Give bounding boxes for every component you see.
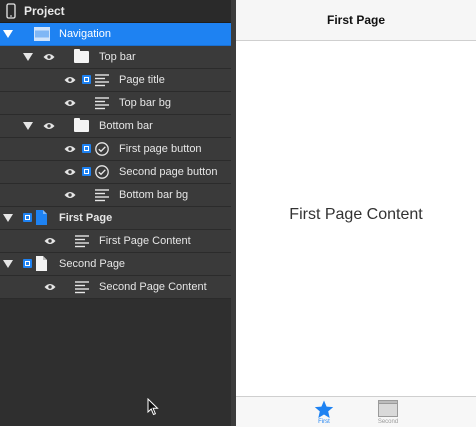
- preview-page-content: First Page Content: [289, 206, 423, 223]
- layer-row-first-page-content[interactable]: First Page Content: [0, 230, 231, 253]
- folder-icon: [74, 118, 89, 132]
- navigation-icon: [34, 27, 50, 41]
- layer-row-second-page-content[interactable]: Second Page Content: [0, 276, 231, 299]
- text-layer-icon: [75, 281, 89, 294]
- layer-row-navigation[interactable]: Navigation: [0, 23, 231, 46]
- disclosure-triangle-icon[interactable]: [3, 260, 13, 268]
- page-icon: [36, 256, 47, 271]
- page-icon: [36, 210, 47, 225]
- disclosure-triangle-icon[interactable]: [23, 122, 33, 130]
- layer-row-bottom-bar-bg[interactable]: Bottom bar bg: [0, 184, 231, 207]
- folder-icon: [74, 49, 89, 63]
- preview-page-title: First Page: [326, 13, 386, 27]
- project-header[interactable]: Project: [0, 0, 231, 23]
- text-layer-icon: [95, 189, 109, 202]
- layer-row-bottom-bar[interactable]: Bottom bar: [0, 115, 231, 138]
- layers-panel: Project Navigation Top bar Page title To…: [0, 0, 231, 426]
- link-indicator-icon: [82, 167, 91, 176]
- text-layer-icon: [75, 235, 89, 248]
- link-indicator-icon: [82, 75, 91, 84]
- layer-label: Second Page Content: [99, 281, 207, 293]
- layer-row-second-page-button[interactable]: Second page button: [0, 161, 231, 184]
- visibility-eye-icon[interactable]: [64, 168, 76, 176]
- star-icon: [314, 400, 334, 418]
- visibility-eye-icon[interactable]: [64, 76, 76, 84]
- layer-row-first-page-button[interactable]: First page button: [0, 138, 231, 161]
- preview-top-bar: First Page: [236, 0, 476, 41]
- layer-label: Bottom bar: [99, 120, 153, 132]
- layer-label: First page button: [119, 143, 202, 155]
- layer-label: Page title: [119, 74, 165, 86]
- visibility-eye-icon[interactable]: [43, 122, 55, 130]
- disclosure-triangle-icon[interactable]: [3, 214, 13, 222]
- layer-label: First Page: [59, 212, 113, 224]
- layer-label: Navigation: [59, 28, 111, 40]
- preview-tab-bar: First Second: [236, 396, 476, 427]
- layer-label: Top bar bg: [119, 97, 171, 109]
- tab-second-label: Second: [377, 419, 399, 425]
- layer-label: Top bar: [99, 51, 136, 63]
- device-icon: [6, 3, 16, 19]
- mouse-cursor-icon: [147, 398, 159, 416]
- check-circle-icon: [95, 165, 109, 179]
- layer-label: Second page button: [119, 166, 218, 178]
- tab-first[interactable]: First: [304, 397, 344, 427]
- layer-label: Second Page: [59, 258, 126, 270]
- window-icon: [378, 400, 398, 417]
- visibility-eye-icon[interactable]: [44, 237, 56, 245]
- text-layer-icon: [95, 74, 109, 87]
- check-circle-icon: [95, 142, 109, 156]
- layer-row-page-title[interactable]: Page title: [0, 69, 231, 92]
- layer-label: Bottom bar bg: [119, 189, 189, 201]
- layer-row-top-bar-bg[interactable]: Top bar bg: [0, 92, 231, 115]
- visibility-eye-icon[interactable]: [44, 283, 56, 291]
- link-indicator-icon: [82, 144, 91, 153]
- layer-row-first-page[interactable]: First Page: [0, 207, 231, 230]
- link-indicator-icon: [23, 259, 32, 268]
- tab-second[interactable]: Second: [368, 397, 408, 427]
- link-indicator-icon: [23, 213, 32, 222]
- layer-row-second-page[interactable]: Second Page: [0, 253, 231, 276]
- visibility-eye-icon[interactable]: [64, 145, 76, 153]
- disclosure-triangle-icon[interactable]: [23, 53, 33, 61]
- layer-label: First Page Content: [99, 235, 191, 247]
- visibility-eye-icon[interactable]: [64, 191, 76, 199]
- layer-row-top-bar[interactable]: Top bar: [0, 46, 231, 69]
- device-preview: First Page First Page Content First Seco…: [236, 0, 476, 427]
- visibility-eye-icon[interactable]: [64, 99, 76, 107]
- tab-first-label: First: [318, 419, 330, 425]
- text-layer-icon: [95, 97, 109, 110]
- project-title: Project: [24, 4, 65, 18]
- disclosure-triangle-icon[interactable]: [3, 30, 13, 38]
- visibility-eye-icon[interactable]: [43, 53, 55, 61]
